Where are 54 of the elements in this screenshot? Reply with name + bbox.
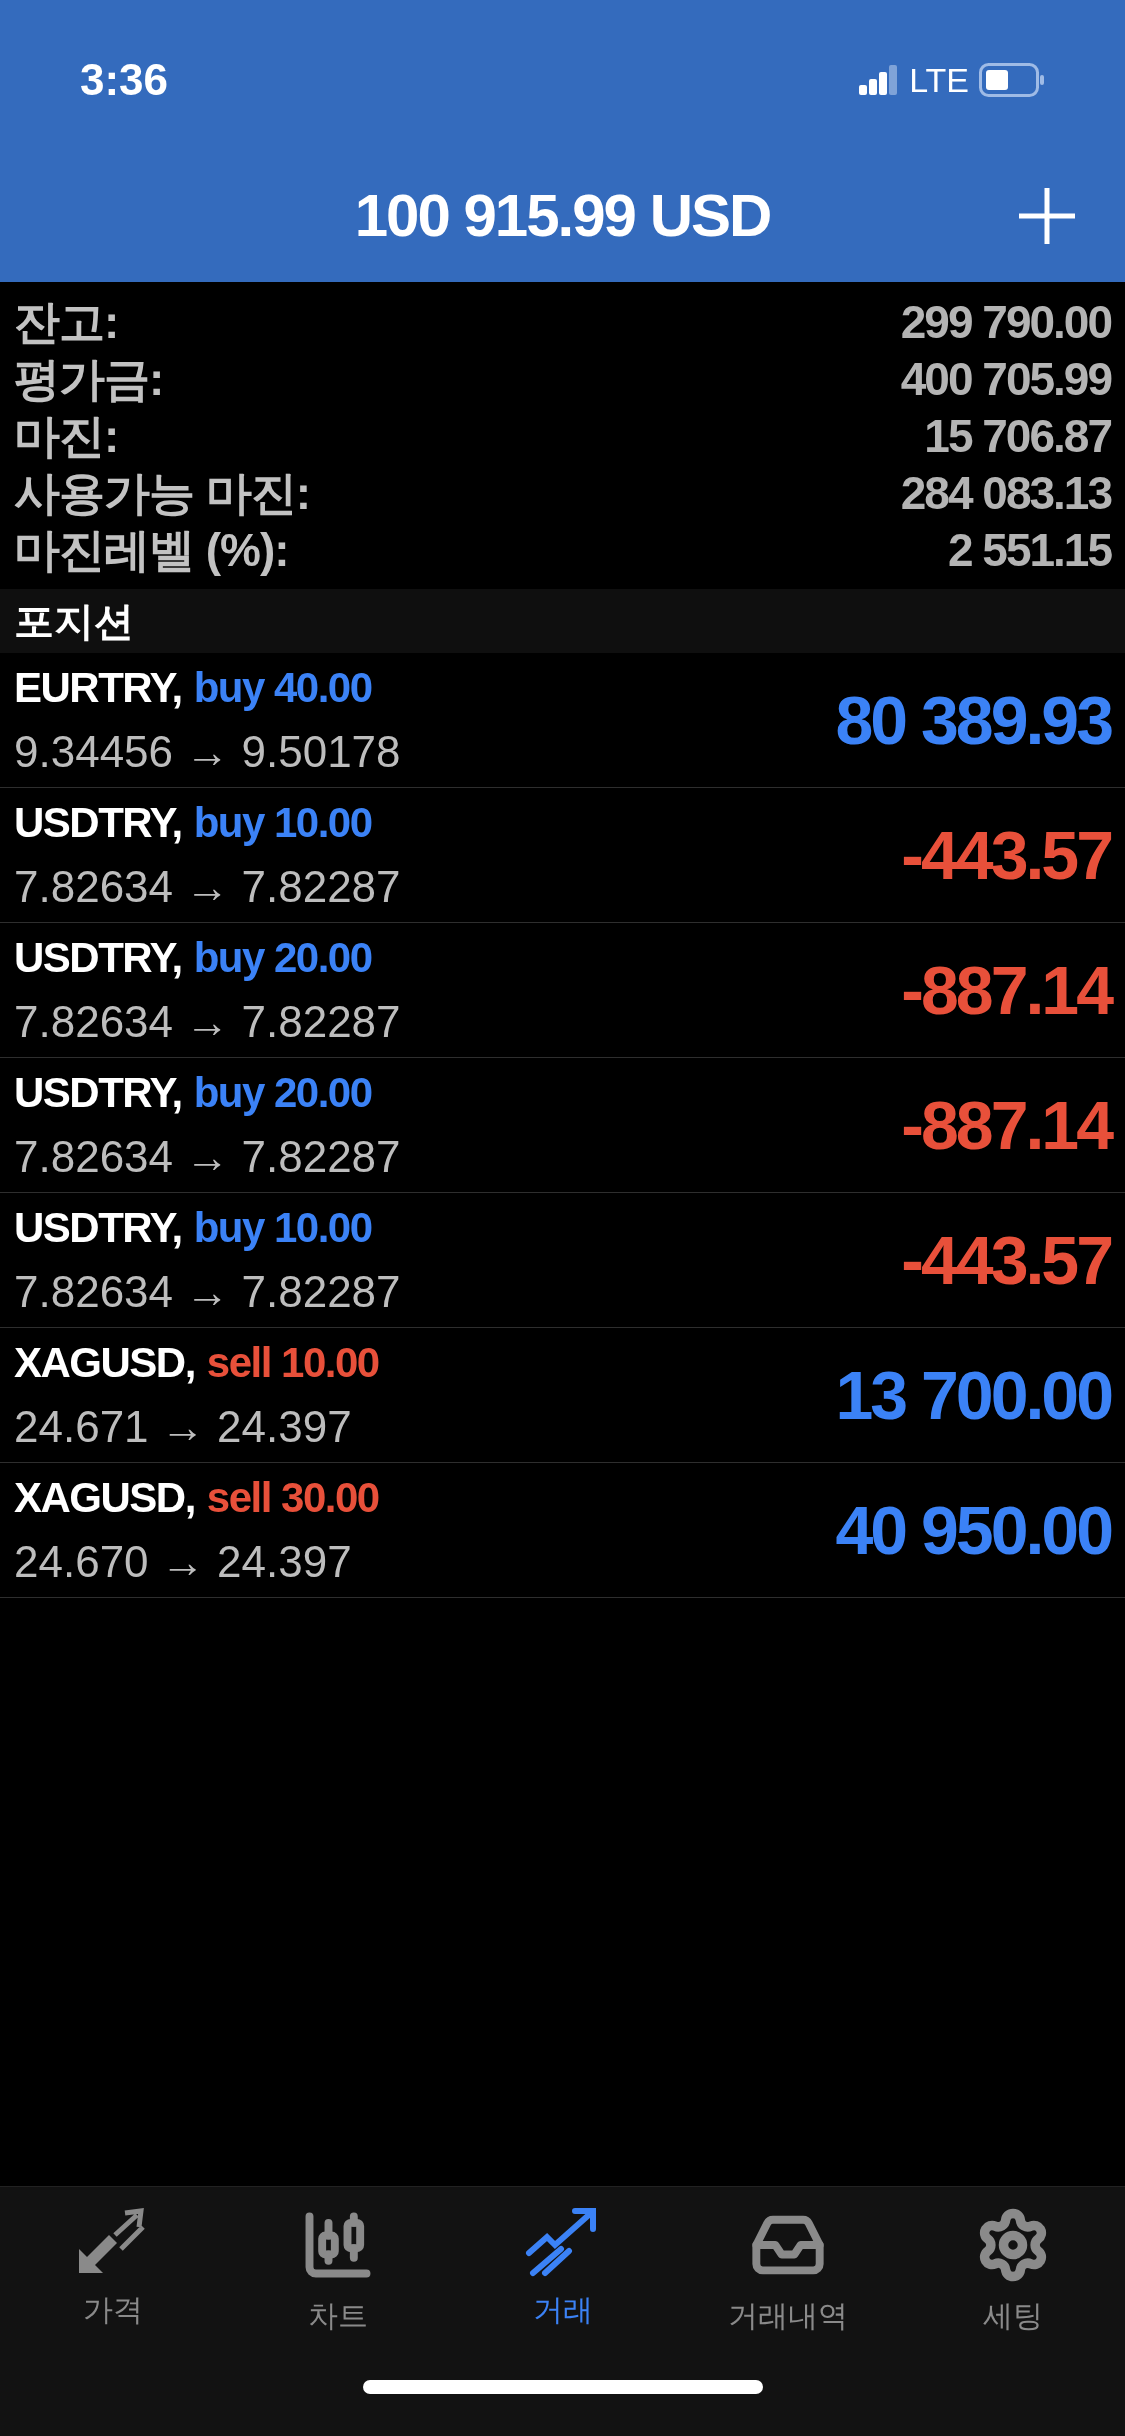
account-balance-title: 100 915.99 USD — [354, 181, 771, 251]
position-profit: -887.14 — [901, 951, 1111, 1030]
position-prices: 9.34456 → 9.50178 — [14, 725, 401, 778]
position-row[interactable]: XAGUSD, sell 30.00 24.670 → 24.397 40 950.00 — [0, 1463, 1125, 1598]
position-order: buy 20.00 — [193, 932, 372, 983]
position-prices: 7.82634 → 7.82287 — [14, 995, 401, 1048]
summary-value: 15 706.87 — [924, 409, 1111, 464]
status-time: 3:36 — [80, 54, 169, 106]
position-row[interactable]: XAGUSD, sell 10.00 24.671 → 24.397 13 700.00 — [0, 1328, 1125, 1463]
position-profit: -443.57 — [901, 816, 1111, 895]
position-profit: 40 950.00 — [835, 1491, 1111, 1570]
position-order: buy 20.00 — [193, 1067, 372, 1118]
summary-label: 사용가능 마진: — [14, 466, 311, 521]
section-title: 포지션 — [14, 598, 134, 645]
tab-item[interactable]: 거래내역 — [687, 2207, 888, 2338]
position-row[interactable]: USDTRY, buy 20.00 7.82634 → 7.82287 -887.14 — [0, 1058, 1125, 1193]
position-row[interactable]: USDTRY, buy 20.00 7.82634 → 7.82287 -887.14 — [0, 923, 1125, 1058]
summary-label: 평가금: — [14, 352, 164, 407]
summary-value: 284 083.13 — [900, 466, 1111, 521]
position-order: buy 40.00 — [193, 662, 372, 713]
position-row[interactable]: USDTRY, buy 10.00 7.82634 → 7.82287 -443.57 — [0, 1193, 1125, 1328]
network-label: LTE — [909, 59, 969, 101]
summary-value: 2 551.15 — [947, 523, 1111, 578]
position-order: sell 10.00 — [206, 1337, 379, 1388]
position-symbol: USDTRY, — [14, 797, 182, 848]
position-prices: 7.82634 → 7.82287 — [14, 860, 401, 913]
position-symbol: USDTRY, — [14, 1067, 182, 1118]
summary-label: 잔고: — [14, 295, 119, 350]
position-prices: 7.82634 → 7.82287 — [14, 1265, 401, 1318]
position-order: sell 30.00 — [206, 1472, 379, 1523]
tab-item[interactable]: 차트 — [237, 2207, 438, 2338]
position-profit: 80 389.93 — [835, 681, 1111, 760]
tab-item[interactable]: 가격 — [12, 2207, 213, 2338]
position-symbol: XAGUSD, — [14, 1337, 195, 1388]
position-order: buy 10.00 — [193, 797, 372, 848]
position-order: buy 10.00 — [193, 1202, 372, 1253]
summary-label: 마진: — [14, 409, 119, 464]
summary-value: 400 705.99 — [900, 352, 1111, 407]
position-prices: 24.670 → 24.397 — [14, 1535, 353, 1588]
position-profit: -443.57 — [901, 1221, 1111, 1300]
position-symbol: USDTRY, — [14, 932, 182, 983]
position-symbol: XAGUSD, — [14, 1472, 195, 1523]
position-symbol: EURTRY, — [14, 662, 182, 713]
position-symbol: USDTRY, — [14, 1202, 182, 1253]
position-profit: -887.14 — [901, 1086, 1111, 1165]
position-row[interactable]: EURTRY, buy 40.00 9.34456 → 9.50178 80 389.93 — [0, 653, 1125, 788]
summary-label: 마진레벨 (%): — [14, 523, 289, 578]
tab-item[interactable]: 세팅 — [912, 2207, 1113, 2338]
position-row[interactable]: USDTRY, buy 10.00 7.82634 → 7.82287 -443.57 — [0, 788, 1125, 923]
tab-item[interactable]: 거래 — [462, 2207, 663, 2338]
position-prices: 24.671 → 24.397 — [14, 1400, 353, 1453]
position-profit: 13 700.00 — [835, 1356, 1111, 1435]
position-prices: 7.82634 → 7.82287 — [14, 1130, 401, 1183]
summary-value: 299 790.00 — [900, 295, 1111, 350]
